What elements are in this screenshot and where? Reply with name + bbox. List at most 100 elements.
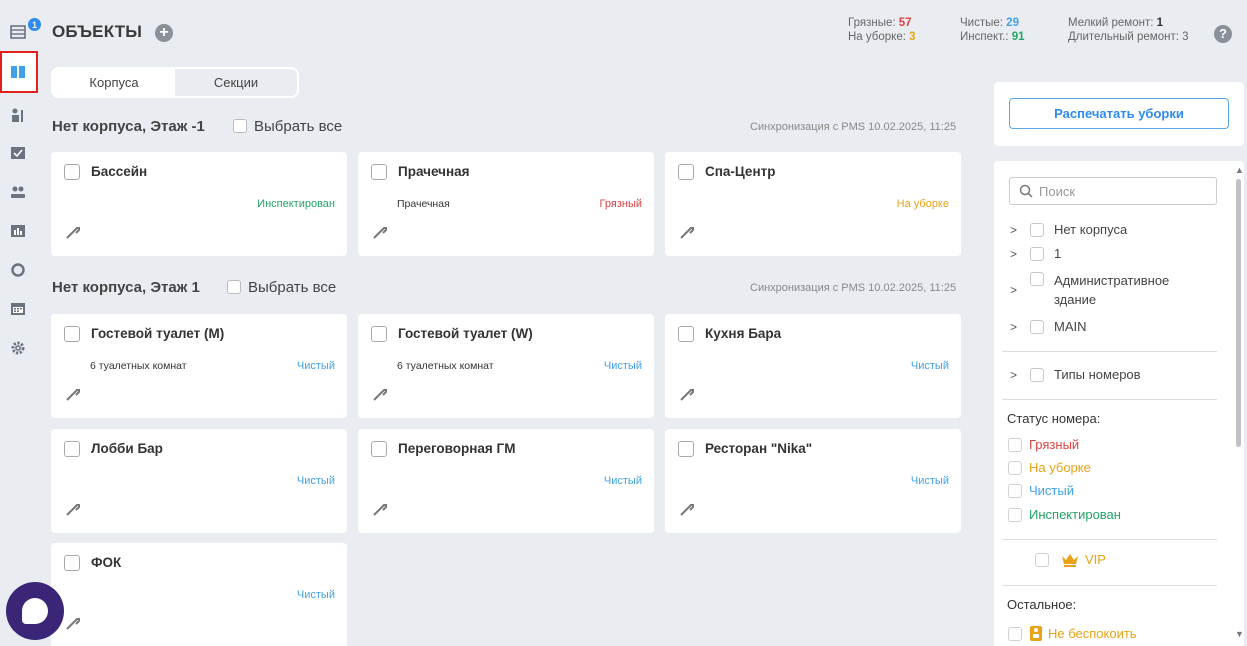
wrench-icon[interactable] <box>372 224 388 240</box>
tab-sections[interactable]: Секции <box>175 69 297 96</box>
door-hanger-icon <box>1030 626 1042 641</box>
divider <box>1002 399 1217 400</box>
sync-status: Синхронизация с PMS 10.02.2025, 11:25 <box>750 121 957 133</box>
room-checkbox[interactable] <box>678 441 694 457</box>
room-checkbox[interactable] <box>64 555 80 571</box>
room-checkbox[interactable] <box>64 164 80 180</box>
room-status: Чистый <box>910 360 949 372</box>
bar-chart-icon[interactable] <box>8 221 28 241</box>
stats-dirty-cleaning: Грязные: 57 На уборке: 3 <box>848 17 916 43</box>
tree-checkbox[interactable] <box>1030 223 1044 237</box>
room-card[interactable]: Ресторан "Nika" Чистый <box>665 429 961 533</box>
select-all-checkbox[interactable] <box>227 280 241 294</box>
room-card[interactable]: Гостевой туалет (М) 6 туалетных комнат Ч… <box>51 314 347 418</box>
room-status: Чистый <box>603 360 642 372</box>
chat-widget-button[interactable] <box>6 582 64 640</box>
wrench-icon[interactable] <box>65 224 81 240</box>
wrench-icon[interactable] <box>65 501 81 517</box>
select-all-checkbox[interactable] <box>233 119 247 133</box>
room-name: Гостевой туалет (W) <box>398 326 533 341</box>
other-group-title: Остальное: <box>1007 597 1077 612</box>
room-card[interactable]: Лобби Бар Чистый <box>51 429 347 533</box>
wrench-icon[interactable] <box>679 386 695 402</box>
chat-icon <box>22 598 48 624</box>
room-name: Прачечная <box>398 164 470 179</box>
print-panel: Распечатать уборки <box>994 82 1244 146</box>
plus-circle-icon[interactable]: + <box>155 24 173 42</box>
stats-repairs: Мелкий ремонт: 1 Длительный ремонт: 3 <box>1068 17 1189 43</box>
housekeeping-icon[interactable] <box>8 105 28 125</box>
room-checkbox[interactable] <box>371 441 387 457</box>
room-checkbox[interactable] <box>64 326 80 342</box>
room-types-item[interactable]: > Типы номеров <box>1010 367 1141 382</box>
list-icon[interactable] <box>8 22 28 42</box>
room-status: Чистый <box>296 360 335 372</box>
room-card[interactable]: Гостевой туалет (W) 6 туалетных комнат Ч… <box>358 314 654 418</box>
room-card[interactable]: ФОК Чистый <box>51 543 347 646</box>
scroll-down-icon[interactable]: ▼ <box>1235 629 1244 639</box>
stats-clean-inspected: Чистые: 29 Инспект.: 91 <box>960 17 1025 43</box>
wrench-icon[interactable] <box>679 224 695 240</box>
tab-buildings[interactable]: Корпуса <box>53 69 175 96</box>
tree-item[interactable]: > MAIN <box>1010 319 1087 334</box>
wrench-icon[interactable] <box>372 501 388 517</box>
scroll-thumb[interactable] <box>1236 179 1241 447</box>
grid-icon[interactable] <box>8 62 28 82</box>
search-input[interactable]: Поиск <box>1009 177 1217 205</box>
tree-checkbox[interactable] <box>1030 272 1044 286</box>
room-card[interactable]: Спа-Центр На уборке <box>665 152 961 256</box>
wrench-icon[interactable] <box>65 386 81 402</box>
question-circle-icon[interactable]: ? <box>1214 25 1232 43</box>
gear-icon[interactable] <box>8 338 28 358</box>
vip-filter[interactable]: VIP <box>1035 552 1106 567</box>
room-name: Гостевой туалет (М) <box>91 326 225 341</box>
select-all-label[interactable]: Выбрать все <box>248 279 336 296</box>
room-status: Инспектирован <box>257 198 335 210</box>
room-status: Чистый <box>296 475 335 487</box>
chevron-right-icon[interactable]: > <box>1010 247 1024 261</box>
view-tabs: Корпуса Секции <box>51 67 299 98</box>
tree-checkbox[interactable] <box>1030 247 1044 261</box>
tree-checkbox[interactable] <box>1030 320 1044 334</box>
status-filter-cleaning[interactable]: На уборке <box>1008 460 1091 475</box>
status-filter-dirty[interactable]: Грязный <box>1008 437 1079 452</box>
room-name: Спа-Центр <box>705 164 776 179</box>
print-cleanings-button[interactable]: Распечатать уборки <box>1009 98 1229 129</box>
select-all-label[interactable]: Выбрать все <box>254 118 342 135</box>
status-group-title: Статус номера: <box>1007 411 1101 426</box>
notification-badge: 1 <box>28 18 41 31</box>
tree-checkbox[interactable] <box>1030 368 1044 382</box>
filter-scrollbar[interactable]: ▲ ▼ <box>1234 163 1244 646</box>
dnd-filter[interactable]: Не беспокоить <box>1008 626 1137 641</box>
status-filter-clean[interactable]: Чистый <box>1008 483 1074 498</box>
room-checkbox[interactable] <box>64 441 80 457</box>
tree-item[interactable]: > Административное здание <box>1010 271 1210 309</box>
chevron-right-icon[interactable]: > <box>1010 320 1024 334</box>
circle-icon[interactable] <box>8 260 28 280</box>
chevron-right-icon[interactable]: > <box>1010 283 1024 297</box>
room-checkbox[interactable] <box>371 164 387 180</box>
room-name: Переговорная ГМ <box>398 441 516 456</box>
room-card[interactable]: Переговорная ГМ Чистый <box>358 429 654 533</box>
room-card[interactable]: Кухня Бара Чистый <box>665 314 961 418</box>
calendar-icon[interactable] <box>8 298 28 318</box>
room-subtitle: Прачечная <box>397 198 450 210</box>
room-checkbox[interactable] <box>371 326 387 342</box>
wrench-icon[interactable] <box>372 386 388 402</box>
status-filter-inspected[interactable]: Инспектирован <box>1008 507 1121 522</box>
tree-item[interactable]: >1 <box>1010 246 1061 261</box>
users-icon[interactable] <box>8 182 28 202</box>
tree-item[interactable]: > Нет корпуса <box>1010 222 1127 237</box>
room-checkbox[interactable] <box>678 164 694 180</box>
room-checkbox[interactable] <box>678 326 694 342</box>
room-card[interactable]: Прачечная Прачечная Грязный <box>358 152 654 256</box>
room-status: Чистый <box>296 589 335 601</box>
wrench-icon[interactable] <box>65 615 81 631</box>
chevron-right-icon[interactable]: > <box>1010 368 1024 382</box>
chevron-right-icon[interactable]: > <box>1010 223 1024 237</box>
scroll-up-icon[interactable]: ▲ <box>1235 165 1244 175</box>
room-card[interactable]: Бассейн Инспектирован <box>51 152 347 256</box>
wrench-icon[interactable] <box>679 501 695 517</box>
page-title: ОБЪЕКТЫ <box>52 22 143 41</box>
tasks-check-icon[interactable] <box>8 143 28 163</box>
